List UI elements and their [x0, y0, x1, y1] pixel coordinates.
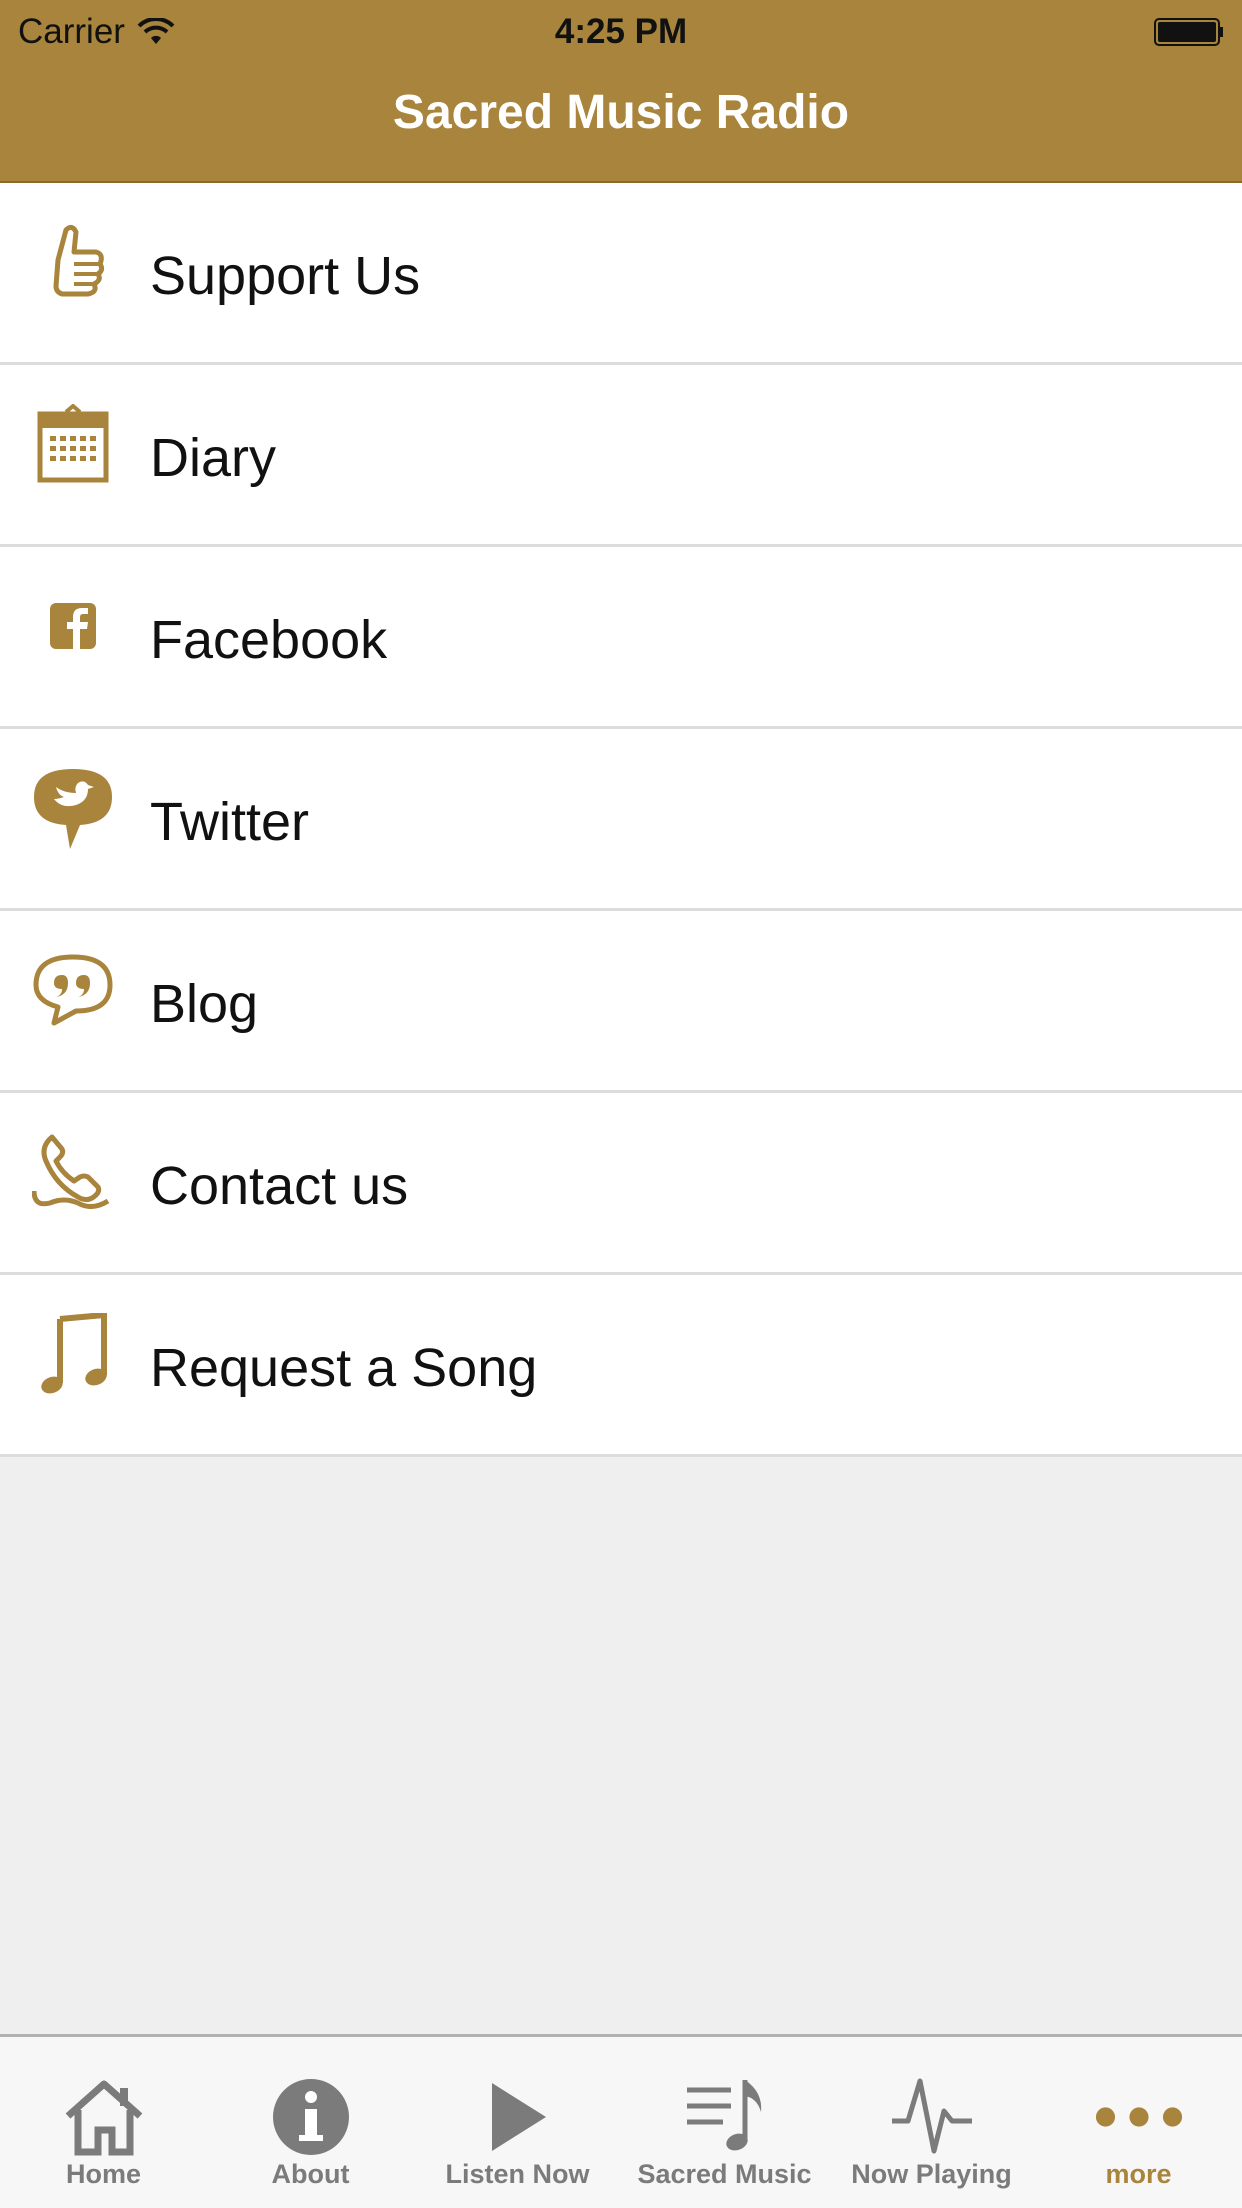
- menu-item-label: Blog: [150, 974, 259, 1034]
- tab-now-playing[interactable]: Now Playing: [828, 2037, 1035, 2208]
- tab-label: Listen Now: [445, 2159, 590, 2189]
- status-time: 4:25 PM: [554, 12, 688, 51]
- menu-item-contact-us[interactable]: Contact us: [0, 1093, 1242, 1275]
- tab-more[interactable]: more: [1035, 2037, 1242, 2208]
- tab-label: Home: [65, 2159, 141, 2189]
- thumbs-up-icon: [32, 221, 114, 303]
- music-note-icon: [32, 1313, 114, 1395]
- menu-item-label: Request a Song: [150, 1338, 538, 1398]
- menu-item-label: Twitter: [150, 792, 310, 852]
- quote-bubble-icon: [32, 949, 114, 1031]
- tab-label: Sacred Music: [637, 2159, 812, 2189]
- app-header: Carrier 4:25 PM Sacred Music Radio: [0, 0, 1242, 183]
- more-dots-icon: [1094, 2077, 1184, 2157]
- menu-item-diary[interactable]: Diary: [0, 365, 1242, 547]
- battery-icon: [1154, 18, 1223, 46]
- tab-label: more: [1105, 2159, 1172, 2189]
- menu-item-blog[interactable]: Blog: [0, 911, 1242, 1093]
- tab-listen-now[interactable]: Listen Now: [414, 2037, 621, 2208]
- home-icon: [59, 2077, 149, 2157]
- tab-about[interactable]: About: [207, 2037, 414, 2208]
- menu-item-label: Diary: [150, 428, 277, 488]
- page-title: Sacred Music Radio: [392, 86, 850, 139]
- menu-item-facebook[interactable]: Facebook: [0, 547, 1242, 729]
- menu-item-support-us[interactable]: Support Us: [0, 183, 1242, 365]
- menu-item-request-a-song[interactable]: Request a Song: [0, 1275, 1242, 1457]
- playlist-icon: [680, 2077, 770, 2157]
- info-icon: [266, 2077, 356, 2157]
- tab-home[interactable]: Home: [0, 2037, 207, 2208]
- menu-item-label: Contact us: [150, 1156, 409, 1216]
- pulse-icon: [887, 2077, 977, 2157]
- tab-label: Now Playing: [851, 2159, 1012, 2189]
- twitter-bird-icon: [32, 767, 114, 849]
- menu-item-twitter[interactable]: Twitter: [0, 729, 1242, 911]
- calendar-icon: [32, 403, 114, 485]
- tab-bar: Home About Listen Now Sacred Music Now P…: [0, 2034, 1242, 2208]
- menu-list: Support Us Diary Facebook Twitter Blog C…: [0, 183, 1242, 1457]
- tab-label: About: [271, 2159, 350, 2189]
- phone-icon: [32, 1131, 114, 1213]
- menu-item-label: Support Us: [150, 246, 421, 306]
- facebook-icon: [32, 585, 114, 667]
- play-icon: [473, 2077, 563, 2157]
- menu-item-label: Facebook: [150, 610, 388, 670]
- tab-sacred-music[interactable]: Sacred Music: [621, 2037, 828, 2208]
- status-bar: Carrier 4:25 PM: [0, 0, 1242, 60]
